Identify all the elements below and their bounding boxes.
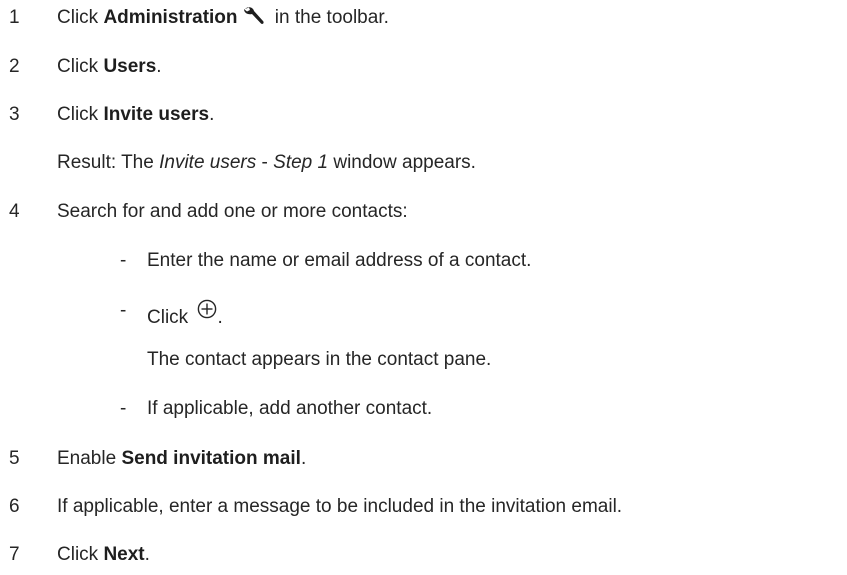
- step-number: 4: [9, 201, 20, 222]
- step-number: 1: [9, 7, 20, 28]
- step-text: Click Next.: [57, 543, 150, 567]
- ui-term-next: Next: [103, 544, 145, 565]
- ui-term-administration: Administration: [103, 7, 238, 28]
- step-text-post: in the toolbar.: [269, 7, 389, 28]
- substep-dash: -: [120, 300, 127, 321]
- step-text: Search for and add one or more contacts:: [57, 201, 408, 222]
- ui-term-users: Users: [103, 56, 157, 77]
- step-text-post: .: [144, 544, 150, 565]
- step-text: If applicable, enter a message to be inc…: [57, 496, 623, 517]
- substep-dash: -: [120, 398, 127, 419]
- step-number: 7: [9, 544, 20, 565]
- circle-plus-icon: [197, 299, 217, 326]
- step-text-pre: Click: [57, 7, 104, 28]
- wrench-icon: [242, 6, 266, 33]
- substep-b-pre: Click: [147, 307, 194, 328]
- step-text-post: .: [156, 56, 162, 77]
- step-text-pre: Click: [57, 56, 104, 77]
- ui-term-invite-users: Invite users: [103, 104, 210, 125]
- substep-a: Enter the name or email address of a con…: [147, 250, 532, 271]
- result-sep: -: [256, 152, 274, 173]
- step-number: 3: [9, 104, 20, 125]
- step-text: Click Users.: [57, 55, 162, 79]
- window-step: Step 1: [273, 152, 329, 173]
- step-text: Click Administration in the toolbar.: [57, 6, 389, 33]
- step-text: Click Invite users.: [57, 103, 214, 127]
- step-text-pre: Enable: [57, 448, 122, 469]
- ui-term-send-invitation-mail: Send invitation mail: [121, 448, 301, 469]
- result-suffix: window appears.: [328, 152, 476, 173]
- step-text: Enable Send invitation mail.: [57, 447, 306, 471]
- step-result: Result: The Invite users - Step 1 window…: [57, 151, 476, 175]
- step-number: 5: [9, 448, 20, 469]
- substep-dash: -: [120, 250, 127, 271]
- step-number: 6: [9, 496, 20, 517]
- step-text-post: .: [209, 104, 215, 125]
- substep-c: If applicable, add another contact.: [147, 398, 433, 419]
- window-name: Invite users: [159, 152, 257, 173]
- step-text-post: .: [300, 448, 307, 469]
- substep-b: Click .: [147, 299, 223, 330]
- result-prefix: Result: The: [57, 152, 160, 173]
- step-text-pre: Click: [57, 544, 104, 565]
- step-text-pre: Click: [57, 104, 104, 125]
- substep-b-post: .: [217, 307, 223, 328]
- step-number: 2: [9, 56, 20, 77]
- substep-b-note: The contact appears in the contact pane.: [147, 349, 492, 370]
